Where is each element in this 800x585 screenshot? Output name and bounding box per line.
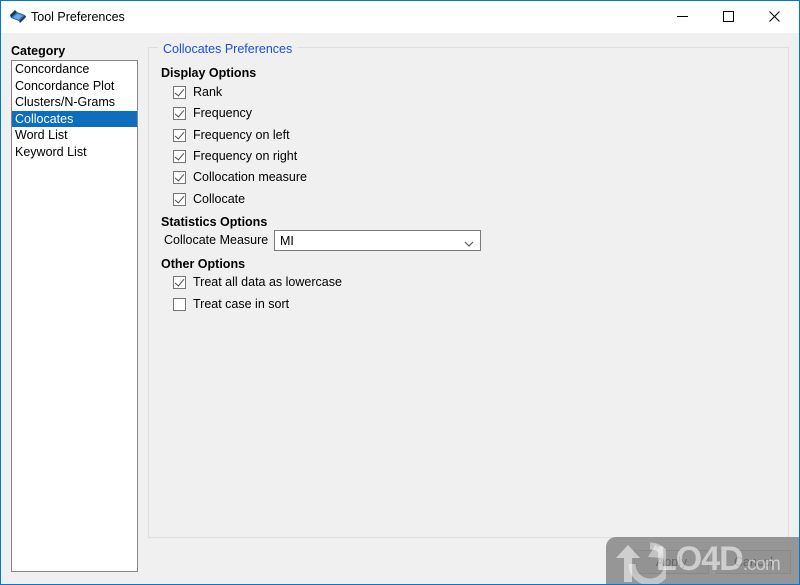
- minimize-button[interactable]: [659, 1, 705, 32]
- preferences-group-frame: [148, 47, 789, 538]
- checkbox-collocate[interactable]: Collocate: [173, 192, 245, 206]
- chevron-down-icon: [464, 236, 474, 247]
- app-icon: [9, 9, 27, 25]
- checkbox-collocate-label: Collocate: [193, 192, 246, 206]
- checkbox-treat-all-data-as-lowercase-label: Treat all data as lowercase: [193, 275, 342, 289]
- display-options-heading: Display Options: [161, 66, 257, 80]
- sidebar-item-word-list[interactable]: Word List: [12, 127, 137, 144]
- category-listbox[interactable]: Concordance Concordance Plot Clusters/N-…: [11, 60, 138, 572]
- maximize-icon: [722, 11, 734, 22]
- checkbox-collocate-box[interactable]: [173, 192, 186, 206]
- close-button[interactable]: [751, 1, 797, 32]
- checkbox-frequency-box[interactable]: [173, 106, 186, 120]
- sidebar-item-clusters-ngrams[interactable]: Clusters/N-Grams: [12, 94, 137, 111]
- category-label: Category: [11, 44, 66, 58]
- checkbox-frequency-on-right[interactable]: Frequency on right: [173, 149, 297, 163]
- sidebar-item-keyword-list[interactable]: Keyword List: [12, 144, 137, 161]
- checkbox-treat-all-data-as-lowercase[interactable]: Treat all data as lowercase: [173, 275, 342, 289]
- other-options-heading: Other Options: [161, 257, 246, 271]
- checkbox-frequency-on-left-box[interactable]: [173, 128, 186, 142]
- cancel-button[interactable]: Cancel: [716, 550, 791, 574]
- checkbox-frequency-label: Frequency: [193, 106, 253, 120]
- checkbox-frequency-on-left-label: Frequency on left: [193, 128, 290, 142]
- checkbox-treat-case-in-sort-label: Treat case in sort: [193, 297, 290, 311]
- statistics-options-heading: Statistics Options: [161, 215, 268, 229]
- checkbox-collocation-measure[interactable]: Collocation measure: [173, 170, 307, 184]
- checkbox-treat-case-in-sort-box[interactable]: [173, 297, 186, 311]
- sidebar-item-concordance-plot[interactable]: Concordance Plot: [12, 78, 137, 95]
- checkbox-rank-box[interactable]: [173, 85, 186, 99]
- maximize-button[interactable]: [705, 1, 751, 32]
- checkbox-frequency-on-right-box[interactable]: [173, 149, 186, 163]
- tool-preferences-window: Tool Preferences Category Concordance Co…: [0, 0, 800, 585]
- checkbox-treat-case-in-sort[interactable]: Treat case in sort: [173, 297, 289, 311]
- checkbox-rank[interactable]: Rank: [173, 85, 222, 99]
- collocate-measure-label: Collocate Measure: [164, 233, 269, 247]
- window-title: Tool Preferences: [31, 10, 125, 24]
- checkbox-treat-all-data-as-lowercase-box[interactable]: [173, 275, 186, 289]
- checkbox-frequency[interactable]: Frequency: [173, 106, 252, 120]
- collocate-measure-select[interactable]: MI: [274, 230, 481, 251]
- checkbox-collocation-measure-box[interactable]: [173, 170, 186, 184]
- checkbox-frequency-on-right-label: Frequency on right: [193, 149, 298, 163]
- close-icon: [768, 11, 780, 22]
- sidebar-item-collocates[interactable]: Collocates: [12, 110, 137, 127]
- title-bar: Tool Preferences: [1, 1, 799, 33]
- apply-button[interactable]: Apply: [634, 550, 709, 574]
- sidebar-item-concordance[interactable]: Concordance: [12, 61, 137, 78]
- checkbox-frequency-on-left[interactable]: Frequency on left: [173, 128, 290, 142]
- group-title: Collocates Preferences: [158, 42, 298, 56]
- minimize-icon: [676, 16, 688, 17]
- collocate-measure-value: MI: [280, 234, 294, 248]
- checkbox-rank-label: Rank: [193, 85, 223, 99]
- checkbox-collocation-measure-label: Collocation measure: [193, 170, 307, 184]
